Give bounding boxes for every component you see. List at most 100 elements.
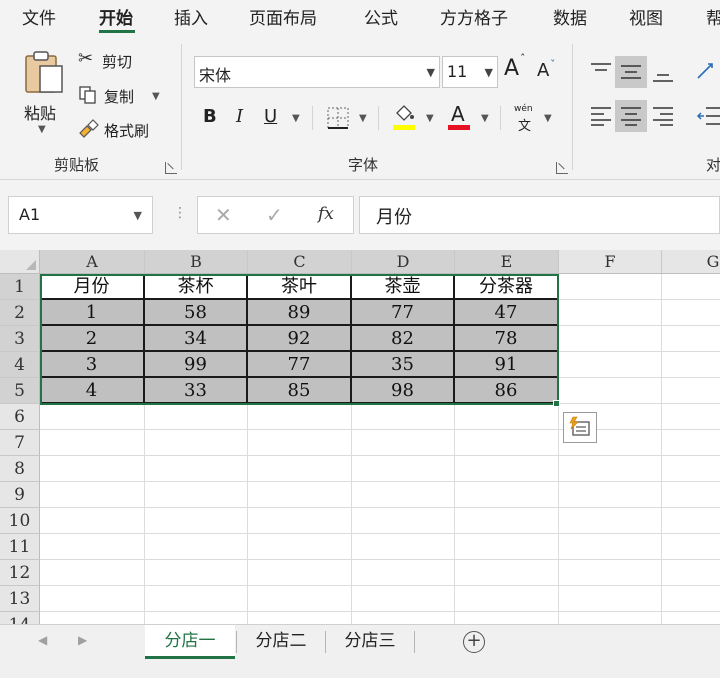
cell-f3[interactable] [559,326,662,352]
column-header-g[interactable]: G [662,250,720,274]
cell-c10[interactable] [248,508,352,534]
cell-f14[interactable] [559,612,662,624]
row-header-12[interactable]: 12 [0,560,40,586]
row-header-5[interactable]: 5 [0,378,40,404]
cell-e9[interactable] [455,482,559,508]
cell-e1[interactable]: 分茶器 [455,274,559,300]
row-header-10[interactable]: 10 [0,508,40,534]
borders-dropdown-icon[interactable]: ▼ [359,113,367,124]
cell-f2[interactable] [559,300,662,326]
cell-d8[interactable] [352,456,455,482]
cell-d3[interactable]: 82 [352,326,455,352]
cell-c14[interactable] [248,612,352,624]
cell-a10[interactable] [40,508,145,534]
grow-font-button[interactable]: A ˆ [504,52,530,86]
column-header-b[interactable]: B [145,250,248,274]
row-header-3[interactable]: 3 [0,326,40,352]
fill-handle[interactable] [553,400,560,407]
cell-a7[interactable] [40,430,145,456]
cell-g10[interactable] [662,508,720,534]
cell-g9[interactable] [662,482,720,508]
cell-c11[interactable] [248,534,352,560]
cell-b4[interactable]: 99 [145,352,248,378]
cell-b5[interactable]: 33 [145,378,248,404]
cell-e8[interactable] [455,456,559,482]
cell-g3[interactable] [662,326,720,352]
cell-f1[interactable] [559,274,662,300]
cell-g8[interactable] [662,456,720,482]
cell-c12[interactable] [248,560,352,586]
cell-a9[interactable] [40,482,145,508]
cell-b3[interactable]: 34 [145,326,248,352]
column-header-e[interactable]: E [455,250,559,274]
cell-d4[interactable]: 35 [352,352,455,378]
cell-d6[interactable] [352,404,455,430]
tab-page-layout[interactable]: 页面布局 [249,4,317,29]
cell-a14[interactable] [40,612,145,624]
tab-fangfang-gezi[interactable]: 方方格子 [440,4,508,29]
row-header-14[interactable]: 14 [0,612,40,624]
cell-c6[interactable] [248,404,352,430]
align-middle-icon[interactable] [620,63,642,81]
borders-icon[interactable] [326,106,350,130]
row-header-2[interactable]: 2 [0,300,40,326]
cell-f11[interactable] [559,534,662,560]
tab-data[interactable]: 数据 [553,4,587,29]
scroll-right-icon[interactable]: ▶ [78,633,87,647]
align-center-icon[interactable] [620,106,642,126]
cell-a12[interactable] [40,560,145,586]
cell-c7[interactable] [248,430,352,456]
cell-c4[interactable]: 77 [248,352,352,378]
cell-e6[interactable] [455,404,559,430]
cell-e10[interactable] [455,508,559,534]
cancel-icon[interactable]: ✕ [215,203,232,227]
tab-home[interactable]: 开始 [99,4,133,29]
row-header-9[interactable]: 9 [0,482,40,508]
row-header-11[interactable]: 11 [0,534,40,560]
cell-e5[interactable]: 86 [455,378,559,404]
cell-g7[interactable] [662,430,720,456]
sheet-tab-3[interactable]: 分店三 [326,625,414,659]
cell-e11[interactable] [455,534,559,560]
font-color-button[interactable]: A [448,102,472,132]
tab-file[interactable]: 文件 [22,4,56,29]
cell-d5[interactable]: 98 [352,378,455,404]
cell-g11[interactable] [662,534,720,560]
tab-view[interactable]: 视图 [629,4,663,29]
cell-b6[interactable] [145,404,248,430]
align-top-icon[interactable] [590,62,612,80]
tab-formulas[interactable]: 公式 [364,4,398,29]
cell-a8[interactable] [40,456,145,482]
cell-d7[interactable] [352,430,455,456]
copy-button[interactable]: 复制 ▼ [78,84,164,108]
column-header-a[interactable]: A [40,250,145,274]
cell-b10[interactable] [145,508,248,534]
cell-e3[interactable]: 78 [455,326,559,352]
add-sheet-icon[interactable]: + [463,631,485,653]
cell-a3[interactable]: 2 [40,326,145,352]
underline-button[interactable]: U [264,106,277,127]
cell-f8[interactable] [559,456,662,482]
cell-d2[interactable]: 77 [352,300,455,326]
clipboard-dialog-launcher-icon[interactable] [165,162,177,174]
row-header-8[interactable]: 8 [0,456,40,482]
cell-d9[interactable] [352,482,455,508]
cell-g1[interactable] [662,274,720,300]
enter-check-icon[interactable]: ✓ [266,203,283,227]
cell-b1[interactable]: 茶杯 [145,274,248,300]
insert-function-icon[interactable]: fx [318,204,334,224]
cell-a4[interactable]: 3 [40,352,145,378]
fill-color-dropdown-icon[interactable]: ▼ [426,113,434,124]
name-box[interactable]: A1 ▼ [8,196,153,234]
cell-d11[interactable] [352,534,455,560]
cell-b9[interactable] [145,482,248,508]
cell-g5[interactable] [662,378,720,404]
more-options-icon[interactable]: ⋮ [173,205,187,221]
select-all-corner[interactable] [0,250,40,274]
cell-d1[interactable]: 茶壶 [352,274,455,300]
cell-f4[interactable] [559,352,662,378]
tab-help[interactable]: 帮 [706,4,720,29]
cell-d13[interactable] [352,586,455,612]
cell-e4[interactable]: 91 [455,352,559,378]
cell-b12[interactable] [145,560,248,586]
